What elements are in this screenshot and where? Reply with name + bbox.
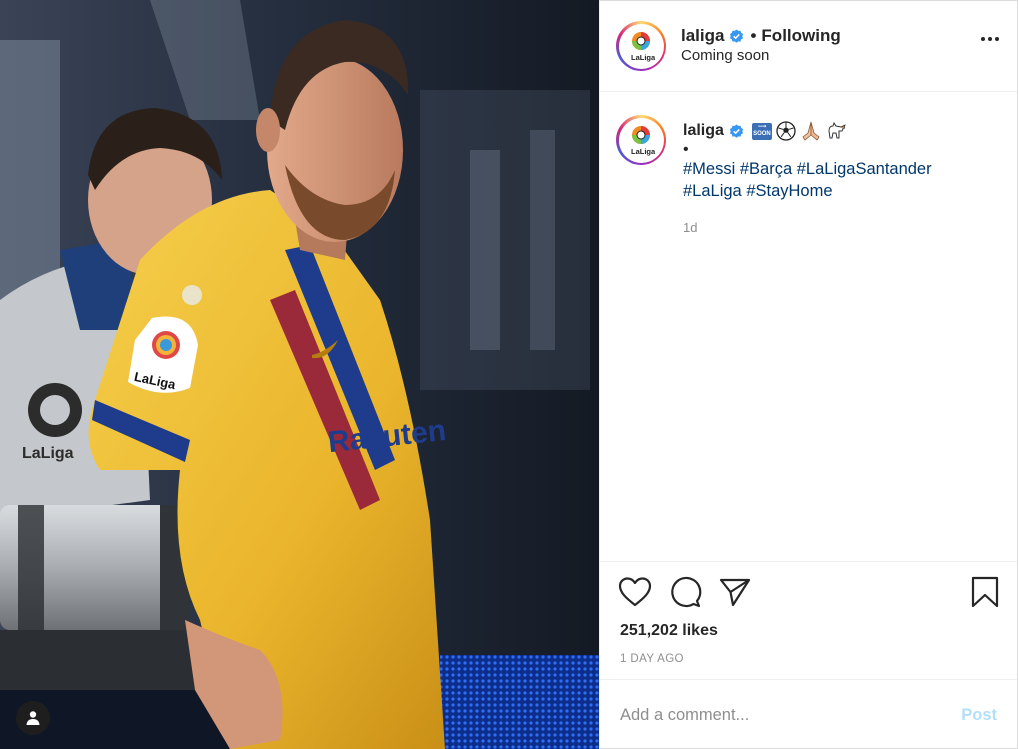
caption-username[interactable]: laliga	[683, 120, 724, 142]
post-photo[interactable]: LaLiga LaLiga Rakuten	[0, 0, 599, 749]
following-button[interactable]: Following	[761, 26, 840, 46]
soon-arrow-emoji-icon: ⟶ SOON	[751, 122, 772, 140]
logo-text: LaLiga	[631, 147, 656, 156]
tagged-users-button[interactable]	[16, 701, 50, 735]
laliga-logo-icon: LaLiga	[631, 126, 656, 156]
logo-text: LaLiga	[631, 53, 656, 62]
likes-count[interactable]: 251,202 likes	[620, 622, 718, 640]
heart-icon[interactable]	[618, 576, 652, 613]
laliga-logo-icon: LaLiga	[631, 32, 656, 62]
folded-hands-emoji-icon	[802, 121, 820, 141]
post-caption: LaLiga laliga ⟶ SOON • #Messi #Barça #La…	[616, 115, 1006, 239]
person-icon	[26, 711, 40, 725]
caption-timestamp[interactable]: 1d	[683, 217, 932, 239]
hashtag-link[interactable]: #Messi	[683, 160, 735, 178]
hashtag-link[interactable]: #LaLigaSantander	[797, 160, 932, 178]
comment-icon[interactable]	[668, 576, 702, 613]
more-options-icon[interactable]	[981, 37, 999, 41]
post-location[interactable]: Coming soon	[681, 46, 841, 66]
caption-avatar[interactable]: LaLiga	[616, 115, 666, 165]
hashtag-link[interactable]: #LaLiga	[683, 182, 742, 200]
soon-label: SOON	[753, 131, 771, 137]
bib-logo-text: LaLiga	[22, 445, 74, 462]
post-date[interactable]: 1 DAY AGO	[620, 653, 684, 665]
hashtag-link[interactable]: #StayHome	[746, 182, 832, 200]
comment-form: Post	[600, 679, 1017, 749]
account-avatar[interactable]: LaLiga	[616, 21, 666, 71]
soccer-ball-emoji-icon	[776, 121, 796, 141]
post-details-panel: LaLiga laliga • Following Coming soon La…	[599, 0, 1018, 749]
photo-illustration: LaLiga LaLiga Rakuten	[0, 0, 599, 749]
header-separator: •	[750, 26, 757, 45]
dog-emoji-icon	[828, 121, 846, 139]
share-icon[interactable]	[718, 576, 752, 613]
post-comment-button[interactable]: Post	[961, 706, 997, 725]
post-actions: 251,202 likes 1 DAY AGO	[600, 561, 1017, 679]
caption-hashtags: #Messi #Barça #LaLigaSantander #LaLiga #…	[683, 158, 932, 202]
bookmark-icon[interactable]	[970, 576, 1000, 613]
verified-badge-icon	[729, 123, 744, 139]
comment-input[interactable]	[620, 705, 962, 725]
hashtag-link[interactable]: #Barça	[740, 160, 792, 178]
verified-badge-icon	[729, 28, 744, 44]
account-username[interactable]: laliga	[681, 26, 724, 46]
caption-bullet: •	[683, 141, 689, 158]
post-header: LaLiga laliga • Following Coming soon	[600, 1, 1017, 92]
